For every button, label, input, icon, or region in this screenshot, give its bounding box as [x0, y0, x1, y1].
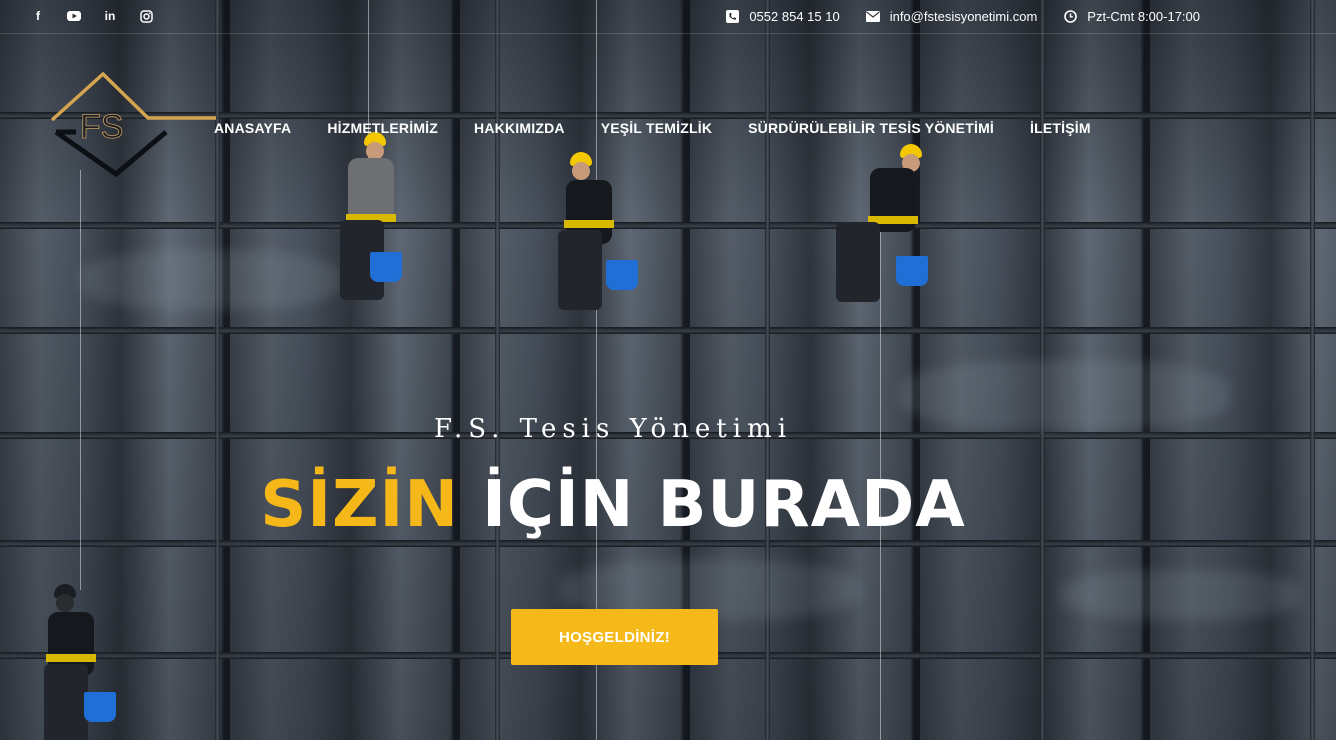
- top-bar: f in 0552 854 15 10 info@fstesisyonetimi…: [0, 0, 1336, 34]
- headline-rest: İÇİN BURADA: [482, 468, 966, 542]
- contact-hours: Pzt-Cmt 8:00-17:00: [1063, 9, 1200, 24]
- phone-number: 0552 854 15 10: [749, 9, 840, 24]
- svg-text:FS: FS: [80, 108, 123, 146]
- window-cleaner-figure: [822, 142, 942, 322]
- contact-phone[interactable]: 0552 854 15 10: [725, 9, 840, 24]
- nav-item-iletisim[interactable]: İLETİŞİM: [1030, 120, 1091, 136]
- youtube-icon[interactable]: [66, 8, 82, 24]
- email-address: info@fstesisyonetimi.com: [889, 9, 1038, 24]
- nav-item-anasayfa[interactable]: ANASAYFA: [214, 120, 291, 136]
- window-cleaner-figure: [548, 150, 648, 330]
- facade-mullion: [765, 0, 770, 740]
- nav-item-hizmetlerimiz[interactable]: HİZMETLERİMİZ: [327, 120, 438, 136]
- working-hours: Pzt-Cmt 8:00-17:00: [1087, 9, 1200, 24]
- envelope-icon: [865, 10, 880, 24]
- contact-info: 0552 854 15 10 info@fstesisyonetimi.com …: [725, 9, 1200, 24]
- facade-floor-line: [0, 327, 1336, 334]
- window-cleaner-figure: [40, 584, 160, 740]
- nav-item-surdurulebilir-tesis-yonetimi[interactable]: SÜRDÜRÜLEBİLİR TESİS YÖNETİMİ: [748, 120, 994, 136]
- linkedin-icon[interactable]: in: [102, 8, 118, 24]
- facebook-icon[interactable]: f: [30, 8, 46, 24]
- nav-item-hakkimizda[interactable]: HAKKIMIZDA: [474, 120, 565, 136]
- facade-mullion: [1310, 0, 1315, 740]
- phone-icon: [725, 10, 739, 24]
- main-navigation: ANASAYFA HİZMETLERİMİZ HAKKIMIZDA YEŞİL …: [214, 120, 1091, 136]
- clock-icon: [1063, 10, 1077, 24]
- glass-reflection: [80, 250, 340, 310]
- headline-accent: SİZİN: [260, 468, 459, 542]
- facade-mullion: [495, 0, 500, 740]
- hero-headline: SİZİN İÇİN BURADA: [0, 468, 1226, 542]
- site-logo[interactable]: FS: [48, 70, 218, 180]
- hero-tagline: F.S. Tesis Yönetimi: [433, 414, 793, 444]
- instagram-icon[interactable]: [138, 8, 154, 24]
- welcome-button[interactable]: HOŞGELDİNİZ!: [511, 609, 718, 665]
- hero-section: f in 0552 854 15 10 info@fstesisyonetimi…: [0, 0, 1336, 740]
- contact-email[interactable]: info@fstesisyonetimi.com: [865, 9, 1038, 24]
- social-links: f in: [30, 8, 154, 24]
- window-cleaner-figure: [326, 128, 416, 318]
- nav-item-yesil-temizlik[interactable]: YEŞİL TEMİZLİK: [601, 120, 712, 136]
- facade-floor-line: [0, 222, 1336, 229]
- glass-reflection: [1060, 570, 1300, 620]
